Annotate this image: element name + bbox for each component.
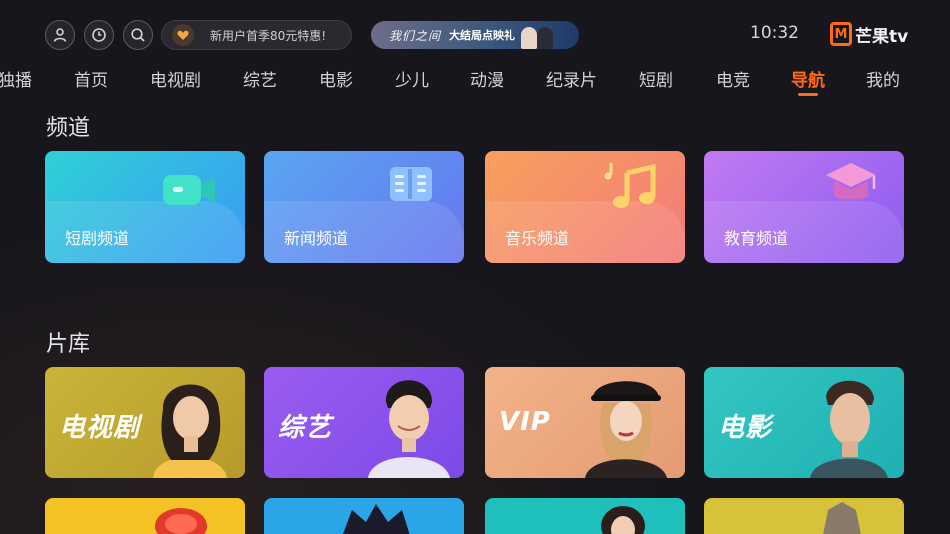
nav-item-home[interactable]: 首页	[74, 66, 108, 91]
channel-label: 短剧频道	[65, 229, 130, 248]
nav-item-mine[interactable]: 我的	[866, 66, 900, 91]
logo-mark: M	[830, 22, 852, 46]
top-bar: 新用户首季80元特惠! 我们之间 大结局点映礼 10:32 M 芒果tv	[0, 0, 950, 66]
graduation-cap-icon	[826, 163, 876, 200]
anime-character-image	[343, 504, 410, 534]
person-portrait-image	[601, 506, 645, 534]
library-card-title: 电视剧	[59, 413, 141, 443]
user-icon	[53, 28, 67, 42]
library-card-title: VIP	[499, 407, 551, 437]
library-card-row3-3[interactable]	[485, 498, 685, 534]
newspaper-icon	[390, 167, 432, 201]
promo-text: 新用户首季80元特惠!	[210, 28, 327, 43]
main-nav: 独播 首页 电视剧 综艺 电影 少儿 动漫 纪录片 短剧 电竞 导航 我的	[0, 66, 950, 100]
channel-card-news[interactable]: 新闻频道	[264, 151, 464, 263]
banner-person-1	[521, 27, 537, 49]
vip-star-portrait-image	[585, 381, 667, 478]
channel-card-education[interactable]: 教育频道	[704, 151, 904, 263]
banner-text: 大结局点映礼	[449, 29, 516, 42]
nav-item-esports[interactable]: 电竞	[716, 66, 750, 91]
library-card-title: 综艺	[278, 413, 333, 443]
promo-button[interactable]: 新用户首季80元特惠!	[161, 20, 352, 50]
search-button[interactable]	[123, 20, 153, 50]
nav-item-kids[interactable]: 少儿	[395, 66, 429, 91]
library-card-row3-4[interactable]	[704, 498, 904, 534]
clock: 10:32	[750, 23, 799, 43]
heart-icon	[172, 24, 194, 46]
video-camera-icon	[163, 175, 215, 205]
channel-card-short-drama[interactable]: 短剧频道	[45, 151, 245, 263]
library-card-variety[interactable]: 综艺	[264, 367, 464, 478]
nav-item-exclusive[interactable]: 独播	[0, 66, 32, 91]
channel-label: 新闻频道	[284, 229, 349, 248]
nav-item-navigation[interactable]: 导航	[791, 66, 825, 96]
banner-person-2	[537, 27, 553, 49]
library-card-tv-series[interactable]: 电视剧	[45, 367, 245, 478]
library-card-vip[interactable]: VIP	[485, 367, 685, 478]
nav-item-short-drama[interactable]: 短剧	[639, 66, 673, 91]
nav-item-anime[interactable]: 动漫	[470, 66, 504, 91]
event-banner[interactable]: 我们之间 大结局点映礼	[371, 21, 579, 49]
actress-portrait-image	[153, 384, 227, 478]
channel-label: 教育频道	[724, 229, 789, 248]
history-button[interactable]	[84, 20, 114, 50]
nav-item-documentary[interactable]: 纪录片	[546, 66, 597, 91]
history-icon	[92, 28, 106, 42]
banner-script-title: 我们之间	[389, 28, 442, 43]
cartoon-character-image	[155, 508, 207, 534]
library-card-row3-1[interactable]	[45, 498, 245, 534]
nav-item-variety[interactable]: 综艺	[243, 66, 277, 91]
actor-portrait-image	[810, 380, 888, 478]
library-card-row3-2[interactable]	[264, 498, 464, 534]
statue-image	[823, 502, 861, 534]
logo-text: 芒果tv	[855, 26, 909, 47]
search-icon	[131, 28, 145, 42]
library-section-title: 片库	[46, 332, 91, 357]
library-card-title: 电影	[718, 413, 773, 443]
mango-tv-logo: M 芒果tv	[830, 21, 908, 47]
channels-section-title: 频道	[46, 116, 91, 141]
user-button[interactable]	[45, 20, 75, 50]
channel-card-music[interactable]: 音乐频道	[485, 151, 685, 263]
music-note-icon	[604, 163, 656, 208]
channel-label: 音乐频道	[505, 229, 570, 248]
host-portrait-image	[368, 380, 450, 478]
nav-item-tv-series[interactable]: 电视剧	[150, 66, 201, 91]
library-card-movies[interactable]: 电影	[704, 367, 904, 478]
nav-item-movies[interactable]: 电影	[319, 66, 353, 91]
